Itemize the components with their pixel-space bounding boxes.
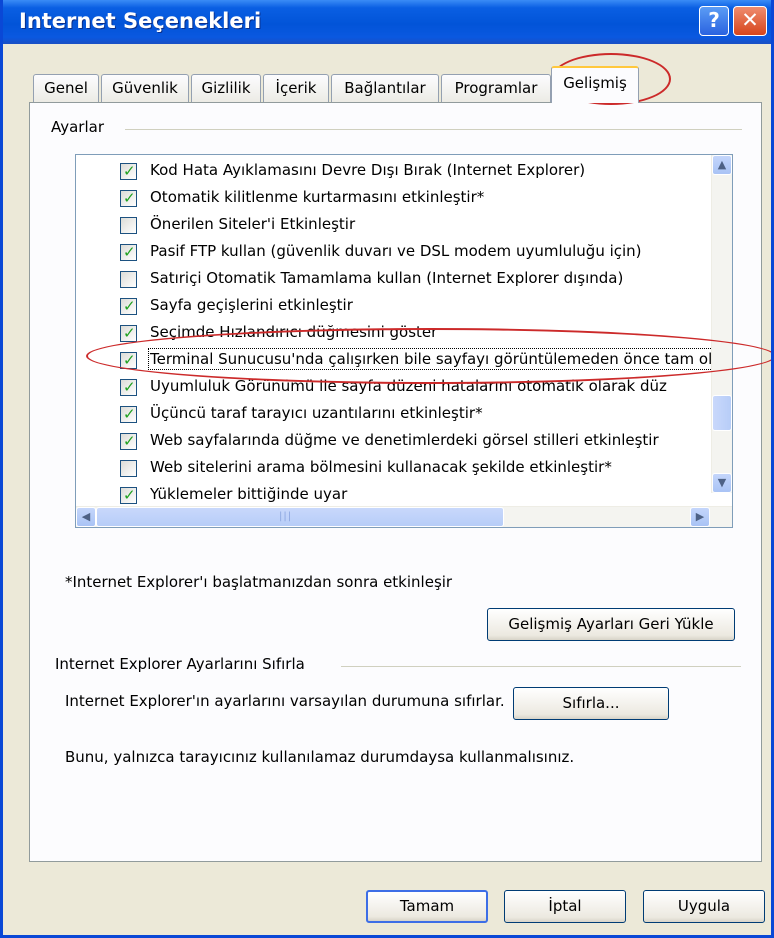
checkbox[interactable]: ✓: [120, 324, 137, 342]
reset-button[interactable]: Sıfırla...: [513, 687, 669, 720]
scroll-right-icon[interactable]: ▶: [690, 507, 710, 527]
setting-row-inline-autocomplete[interactable]: ✓Satıriçi Otomatik Tamamlama kullan (Int…: [120, 268, 732, 295]
checkbox[interactable]: ✓: [120, 486, 137, 504]
tab-genel[interactable]: Genel: [33, 74, 99, 102]
tab-baglantilar[interactable]: Bağlantılar: [331, 74, 439, 102]
checkbox[interactable]: ✓: [120, 243, 137, 261]
title-bar[interactable]: Internet Seçenekleri ? ✕: [3, 0, 771, 44]
checkbox[interactable]: ✓: [120, 378, 137, 396]
check-icon: ✓: [123, 351, 136, 369]
checkbox[interactable]: ✓: [120, 297, 137, 315]
checkbox[interactable]: ✓: [120, 351, 137, 369]
close-icon[interactable]: ✕: [733, 6, 767, 36]
setting-row-visual-styles[interactable]: ✓ Web sayfalarında düğme ve denetimlerdek…: [120, 430, 732, 457]
check-icon: ✓: [123, 486, 136, 504]
check-icon: ✓: [123, 324, 136, 342]
check-icon: ✓: [123, 405, 136, 423]
checkbox[interactable]: ✓: [120, 460, 137, 477]
reset-description: Internet Explorer'ın ayarlarını varsayıl…: [65, 692, 505, 710]
setting-row-suggested-sites[interactable]: ✓Önerilen Siteler'i Etkinleştir: [120, 214, 732, 241]
grip-icon: |||: [279, 511, 293, 522]
checkbox[interactable]: ✓: [120, 217, 137, 234]
checkbox[interactable]: ✓: [120, 271, 137, 288]
vertical-scroll-thumb[interactable]: [712, 395, 732, 431]
reset-group-title: Internet Explorer Ayarlarını Sıfırla: [55, 655, 311, 673]
tab-guvenlik[interactable]: Güvenlik: [101, 74, 189, 102]
checkbox[interactable]: ✓: [120, 189, 137, 207]
group-divider: [341, 666, 741, 667]
scroll-left-icon[interactable]: ◀: [76, 507, 96, 527]
tab-icerik[interactable]: İçerik: [263, 74, 329, 102]
scroll-up-icon[interactable]: ▲: [712, 155, 732, 175]
setting-row-compatibility-view[interactable]: ✓ Uyumluluk Görünümü ile sayfa düzeni hat…: [120, 376, 732, 403]
cancel-button[interactable]: İptal: [504, 890, 626, 923]
setting-row-disable-script-debugging[interactable]: ✓ Kod Hata Ayıklamasını Devre Dışı Bırak …: [120, 160, 732, 187]
horizontal-scrollbar[interactable]: ◀ ||| ▶: [76, 506, 732, 527]
checkbox[interactable]: ✓: [120, 432, 137, 450]
window-title: Internet Seçenekleri: [19, 9, 262, 33]
apply-button[interactable]: Uygula: [643, 890, 765, 923]
help-icon[interactable]: ?: [699, 6, 729, 36]
check-icon: ✓: [123, 162, 136, 180]
setting-row-search-pane[interactable]: ✓Web sitelerini arama bölmesini kullanac…: [120, 457, 732, 484]
vertical-scrollbar[interactable]: ▲ ▼: [711, 155, 732, 493]
check-icon: ✓: [123, 189, 136, 207]
check-icon: ✓: [123, 297, 136, 315]
tab-gizlilik[interactable]: Gizlilik: [191, 74, 261, 102]
horizontal-scroll-thumb[interactable]: |||: [96, 507, 504, 527]
check-icon: ✓: [123, 378, 136, 396]
setting-row-third-party-extensions[interactable]: ✓ Üçüncü taraf tarayıcı uzantılarını etki…: [120, 403, 732, 430]
reset-warning: Bunu, yalnızca tarayıcınız kullanılamaz …: [65, 748, 575, 766]
setting-row-passive-ftp[interactable]: ✓ Pasif FTP kullan (güvenlik duvarı ve DS…: [120, 241, 732, 268]
group-divider: [125, 129, 742, 130]
restart-note: *Internet Explorer'ı başlatmanızdan sonr…: [65, 573, 453, 591]
settings-group-label: Ayarlar: [51, 118, 111, 136]
restore-advanced-settings-button[interactable]: Gelişmiş Ayarları Geri Yükle: [487, 608, 735, 641]
internet-options-dialog: Internet Seçenekleri ? ✕ Genel Güvenlik …: [0, 0, 774, 938]
check-icon: ✓: [123, 243, 136, 261]
setting-row-terminal-server[interactable]: ✓ Terminal Sunucusu'nda çalışırken bile s…: [120, 348, 732, 376]
checkbox[interactable]: ✓: [120, 405, 137, 423]
check-icon: ✓: [123, 432, 136, 450]
setting-row-accelerator-button[interactable]: ✓ Seçimde Hızlandırıcı düğmesini göster: [120, 322, 732, 349]
checkbox[interactable]: ✓: [120, 162, 137, 180]
setting-row-crash-recovery[interactable]: ✓ Otomatik kilitlenme kurtarmasını etkinl…: [120, 187, 732, 214]
ok-button[interactable]: Tamam: [366, 890, 488, 923]
advanced-settings-list[interactable]: ✓ Kod Hata Ayıklamasını Devre Dışı Bırak …: [75, 154, 733, 528]
tab-gelismis[interactable]: Gelişmiş: [551, 66, 639, 103]
tab-programlar[interactable]: Programlar: [441, 74, 551, 102]
setting-row-page-transitions[interactable]: ✓ Sayfa geçişlerini etkinleştir: [120, 295, 732, 322]
scroll-down-icon[interactable]: ▼: [712, 473, 732, 493]
